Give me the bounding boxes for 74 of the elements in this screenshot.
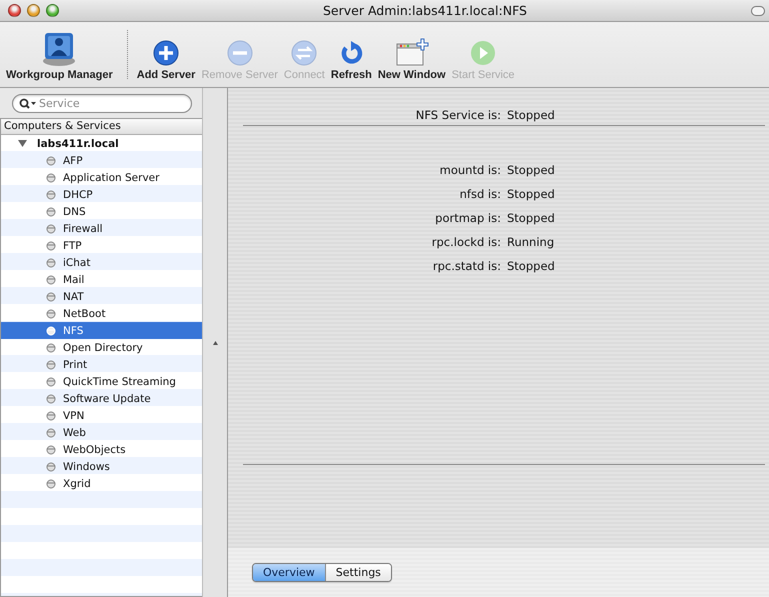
status-light-icon (46, 478, 56, 488)
status-value: Stopped (507, 210, 555, 227)
status-light-icon (46, 224, 56, 234)
status-light-icon (46, 156, 56, 166)
status-value: Stopped (507, 162, 555, 179)
toolbar-button[interactable]: New Window (374, 24, 449, 87)
service-item[interactable]: Print (1, 356, 202, 373)
toolbar-toggle-icon[interactable] (751, 6, 765, 16)
status-value: Stopped (507, 108, 555, 122)
status-light-icon (46, 342, 56, 352)
service-item[interactable]: DNS (1, 203, 202, 220)
status-label: mountd is: (440, 162, 501, 179)
status-light-icon (46, 360, 56, 370)
status-label: rpc.statd is: (432, 258, 501, 275)
status-value: Stopped (507, 186, 555, 203)
search-field[interactable]: Service (12, 94, 192, 112)
window-title: Server Admin:labs411r.local:NFS (322, 3, 528, 18)
service-item[interactable]: VPN (1, 407, 202, 424)
status-value: Stopped (507, 258, 555, 275)
service-item[interactable]: Open Directory (1, 339, 202, 356)
tab[interactable]: Overview (253, 564, 325, 581)
toolbar-button[interactable]: Refresh (328, 24, 375, 87)
status-light-icon (46, 258, 56, 268)
toolbar-button[interactable]: Workgroup Manager (2, 24, 121, 87)
minimize-button[interactable] (27, 4, 40, 17)
service-item[interactable]: Mail (1, 271, 202, 288)
service-item[interactable]: Firewall (1, 220, 202, 237)
service-item[interactable]: FTP (1, 237, 202, 254)
service-item[interactable]: Xgrid (1, 475, 202, 492)
service-item[interactable]: QuickTime Streaming (1, 373, 202, 390)
service-item[interactable]: Software Update (1, 390, 202, 407)
status-light-icon (46, 428, 56, 438)
minus-icon (226, 39, 254, 67)
splitter-handle-icon[interactable] (212, 340, 218, 344)
play-icon (469, 39, 498, 67)
column-header: Computers & Services (1, 119, 202, 135)
new-window-icon (394, 37, 429, 67)
status-light-icon (46, 206, 56, 216)
zoom-button[interactable] (46, 4, 59, 17)
status-light-icon (46, 376, 56, 386)
arrows-icon (290, 39, 318, 67)
service-item[interactable]: iChat (1, 254, 202, 271)
status-light-icon (46, 394, 56, 404)
service-item[interactable]: AFP (1, 152, 202, 169)
close-button[interactable] (8, 4, 21, 17)
status-light-icon (46, 326, 56, 336)
status-light-icon (46, 444, 56, 454)
status-label: rpc.lockd is: (432, 234, 501, 251)
status-light-icon (46, 292, 56, 302)
server-name[interactable]: labs411r.local (37, 138, 119, 150)
status-label: portmap is: (435, 210, 501, 227)
service-item[interactable]: Web (1, 424, 202, 441)
status-label: nfsd is: (460, 186, 501, 203)
service-item[interactable]: DHCP (1, 186, 202, 203)
tab[interactable]: Settings (324, 564, 391, 581)
service-item[interactable]: WebObjects (1, 441, 202, 458)
status-light-icon (46, 274, 56, 284)
service-item[interactable]: Windows (1, 458, 202, 475)
service-item[interactable]: NAT (1, 288, 202, 305)
status-label: NFS Service is: (416, 108, 501, 122)
status-value: Running (507, 234, 554, 251)
disclosure-triangle-icon[interactable] (18, 139, 27, 148)
toolbar-button[interactable]: Add Server (134, 24, 198, 87)
status-light-icon (46, 172, 56, 182)
status-light-icon (46, 308, 56, 318)
search-icon (19, 98, 36, 108)
status-light-icon (46, 462, 56, 472)
status-light-icon (46, 240, 56, 250)
plus-icon (152, 39, 180, 67)
status-light-icon (46, 410, 56, 420)
service-item[interactable]: Application Server (1, 169, 202, 186)
service-item[interactable]: NFS (1, 322, 202, 339)
service-item[interactable]: NetBoot (1, 305, 202, 322)
status-light-icon (46, 190, 56, 200)
